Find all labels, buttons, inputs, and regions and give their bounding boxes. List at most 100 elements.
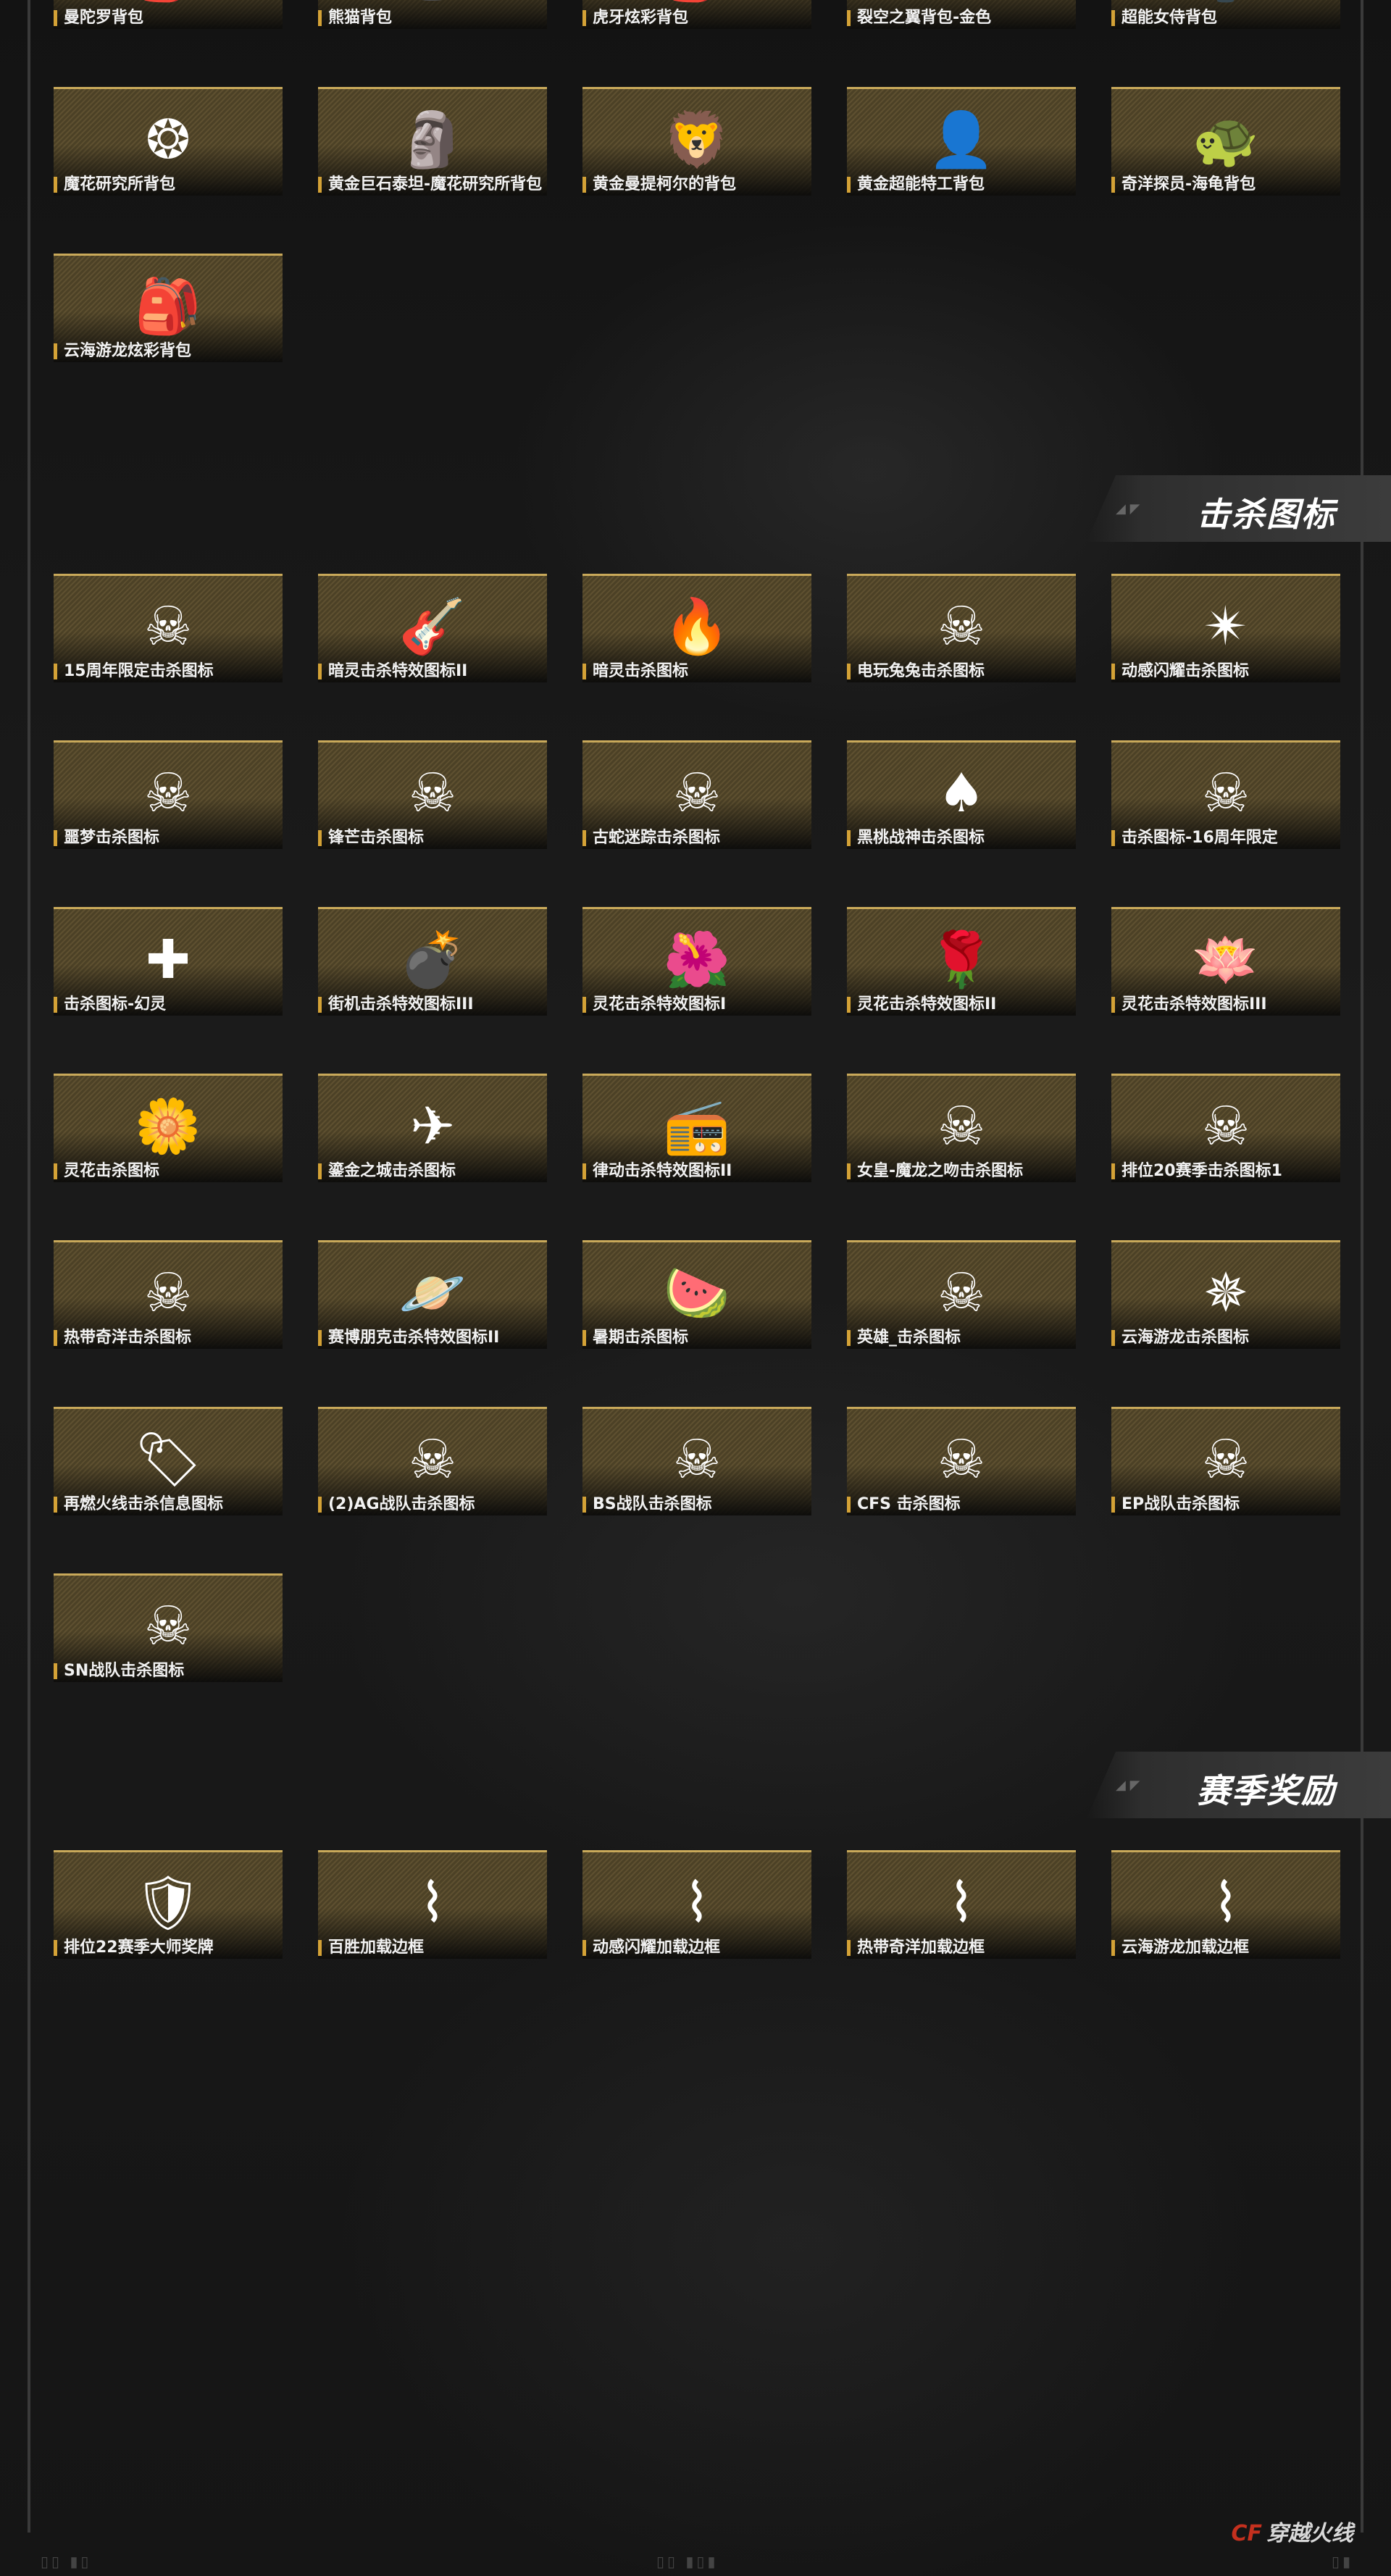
hero-skull-icon: ☠ (937, 1262, 986, 1324)
flower-spirit-icon: 🌼 (134, 1095, 202, 1158)
section-header-kill-icons: ◢ ◤ 击杀图标 (1087, 475, 1391, 542)
footer-bars-right: ▯▮ (1331, 2553, 1353, 2570)
item-card[interactable]: ☠ EP战队击杀图标 (1111, 1407, 1340, 1534)
item-label: 鎏金之城击杀图标 (318, 1161, 456, 1182)
item-card[interactable]: 🐼熊猫背包 (318, 0, 547, 48)
item-label: 黄金曼提柯尔的背包 (582, 174, 736, 196)
golden-agent-icon: 👤 (927, 109, 995, 171)
item-label: 动感闪耀击杀图标 (1111, 661, 1249, 682)
item-card[interactable]: ❂ 魔花研究所背包 (54, 87, 283, 214)
ag-skull-icon: ☠ (408, 1429, 457, 1491)
neon-frame-icon: ⌇ (683, 1872, 711, 1934)
item-card[interactable]: 🌼 灵花击杀图标 (54, 1074, 283, 1201)
rainbow-star-icon: ✴ (1203, 595, 1248, 658)
item-card[interactable]: ⌇ 动感闪耀加载边框 (582, 1850, 811, 1978)
boombox-icon: 📻 (663, 1095, 731, 1158)
footer-bars-left: ▯▯ ▮▯ (41, 2553, 92, 2570)
item-card[interactable]: ☠ 英雄_击杀图标 (847, 1240, 1076, 1368)
item-label: 虎牙炫彩背包 (582, 7, 688, 29)
item-card[interactable]: ☠ SN战队击杀图标 (54, 1573, 283, 1701)
item-card[interactable]: 📻 律动击杀特效图标II (582, 1074, 811, 1201)
item-card[interactable]: ✴裂空之翼背包-金色 (847, 0, 1076, 48)
item-label: 击杀图标-幻灵 (54, 994, 166, 1016)
spade-skull-icon: ♠ (937, 762, 986, 824)
item-label: 暑期击杀图标 (582, 1327, 688, 1349)
nightmare-skull-icon: ☠ (143, 762, 193, 824)
item-label: 英雄_击杀图标 (847, 1327, 961, 1349)
item-label: 云海游龙加载边框 (1111, 1937, 1249, 1959)
item-label: BS战队击杀图标 (582, 1494, 712, 1515)
item-card[interactable]: ☠ BS战队击杀图标 (582, 1407, 811, 1534)
item-label: (2)AG战队击杀图标 (318, 1494, 475, 1515)
item-card[interactable]: 🔥 暗灵击杀图标 (582, 574, 811, 701)
item-card[interactable]: 🪐 赛博朋克击杀特效图标II (318, 1240, 547, 1368)
item-card[interactable]: 💣 街机击杀特效图标III (318, 907, 547, 1034)
item-card[interactable]: ☠ 15周年限定击杀图标 (54, 574, 283, 701)
item-card[interactable]: 🎒虎牙炫彩背包 (582, 0, 811, 48)
blue-cross-icon: ✚ (145, 929, 191, 991)
item-card[interactable]: ⌇ 百胜加载边框 (318, 1850, 547, 1978)
item-card[interactable]: ✴ 动感闪耀击杀图标 (1111, 574, 1340, 701)
gold-frame-icon: ⌇ (419, 1872, 446, 1934)
item-label: 曼陀罗背包 (54, 7, 143, 29)
item-label: 热带奇洋加载边框 (847, 1937, 985, 1959)
item-label: 黑桃战神击杀图标 (847, 827, 985, 849)
golden-manticore-icon: 🦁 (663, 109, 731, 171)
cf-logo-icon: ✈ (409, 1095, 455, 1158)
planet-icon: 🪐 (398, 1262, 467, 1324)
header-deco: ◢ ◤ (1116, 501, 1140, 517)
item-label: 云海游龙击杀图标 (1111, 1327, 1249, 1349)
item-card[interactable]: ♠ 黑桃战神击杀图标 (847, 740, 1076, 868)
section-title: 击杀图标 (1197, 495, 1336, 534)
item-label: CFS 击杀图标 (847, 1494, 961, 1515)
item-card[interactable]: 🗿 黄金巨石泰坦-魔花研究所背包 (318, 87, 547, 214)
item-card[interactable]: ☠ 噩梦击杀图标 (54, 740, 283, 868)
item-label: 云海游龙炫彩背包 (54, 340, 191, 362)
item-label: 魔花研究所背包 (54, 174, 175, 196)
winged-skull-icon: ☠ (408, 762, 457, 824)
item-card[interactable]: ☠ 女皇-魔龙之吻击杀图标 (847, 1074, 1076, 1201)
item-card[interactable]: 🏮超能女侍背包 (1111, 0, 1340, 48)
item-card[interactable]: 🏷 再燃火线击杀信息图标 (54, 1407, 283, 1534)
item-card[interactable]: 👤 黄金超能特工背包 (847, 87, 1076, 214)
item-card[interactable]: 🌺 灵花击杀特效图标I (582, 907, 811, 1034)
master-medal-icon: 🛡 (134, 1872, 202, 1934)
item-label: 击杀图标-16周年限定 (1111, 827, 1278, 849)
item-card[interactable]: ☠ 电玩兔兔击杀图标 (847, 574, 1076, 701)
item-card[interactable]: ✚ 击杀图标-幻灵 (54, 907, 283, 1034)
item-card[interactable]: 🐢 奇洋探员-海龟背包 (1111, 87, 1340, 214)
item-card[interactable]: ☠ 击杀图标-16周年限定 (1111, 740, 1340, 868)
item-label: 排位22赛季大师奖牌 (54, 1937, 214, 1959)
item-card[interactable]: 🌹 灵花击杀特效图标II (847, 907, 1076, 1034)
item-card[interactable]: ☠ CFS 击杀图标 (847, 1407, 1076, 1534)
skull-compass-icon: ☠ (143, 595, 193, 658)
item-card[interactable]: 🛡 排位22赛季大师奖牌 (54, 1850, 283, 1978)
item-card[interactable]: ☠ 排位20赛季击杀图标1 (1111, 1074, 1340, 1201)
item-card[interactable]: ✈ 鎏金之城击杀图标 (318, 1074, 547, 1201)
red-lotus-icon: 🌺 (663, 929, 731, 991)
item-card[interactable]: 🪷 灵花击杀特效图标III (1111, 907, 1340, 1034)
sn-skull-icon: ☠ (143, 1595, 193, 1657)
item-card[interactable]: ☠ 热带奇洋击杀图标 (54, 1240, 283, 1368)
item-card[interactable]: ✵ 云海游龙击杀图标 (1111, 1240, 1340, 1368)
turtle-backpack-icon: 🐢 (1192, 109, 1260, 171)
item-card[interactable]: ⌇ 热带奇洋加载边框 (847, 1850, 1076, 1978)
snake-skull-icon: ☠ (672, 762, 722, 824)
tropical-skull-icon: ☠ (143, 1262, 193, 1324)
item-label: 古蛇迷踪击杀图标 (582, 827, 720, 849)
item-card[interactable]: 🎒 云海游龙炫彩背包 (54, 254, 283, 381)
item-card[interactable]: 🍉 暑期击杀图标 (582, 1240, 811, 1368)
item-card[interactable]: ☠ 锋芒击杀图标 (318, 740, 547, 868)
cf-logo-mark: CF (1231, 2521, 1262, 2546)
dragon-kiss-icon: ☠ (937, 1095, 986, 1158)
watermelon-icon: 🍉 (663, 1262, 731, 1324)
item-card[interactable]: 🦁 黄金曼提柯尔的背包 (582, 87, 811, 214)
item-card[interactable]: ⌇ 云海游龙加载边框 (1111, 1850, 1340, 1978)
item-label: 锋芒击杀图标 (318, 827, 424, 849)
item-card[interactable]: 🎒曼陀罗背包 (54, 0, 283, 48)
item-card[interactable]: ☠ (2)AG战队击杀图标 (318, 1407, 547, 1534)
item-card[interactable]: ☠ 古蛇迷踪击杀图标 (582, 740, 811, 868)
golden-titan-icon: 🗿 (398, 109, 467, 171)
dragon-frame-icon: ⌇ (1212, 1872, 1240, 1934)
item-card[interactable]: 🎸 暗灵击杀特效图标II (318, 574, 547, 701)
